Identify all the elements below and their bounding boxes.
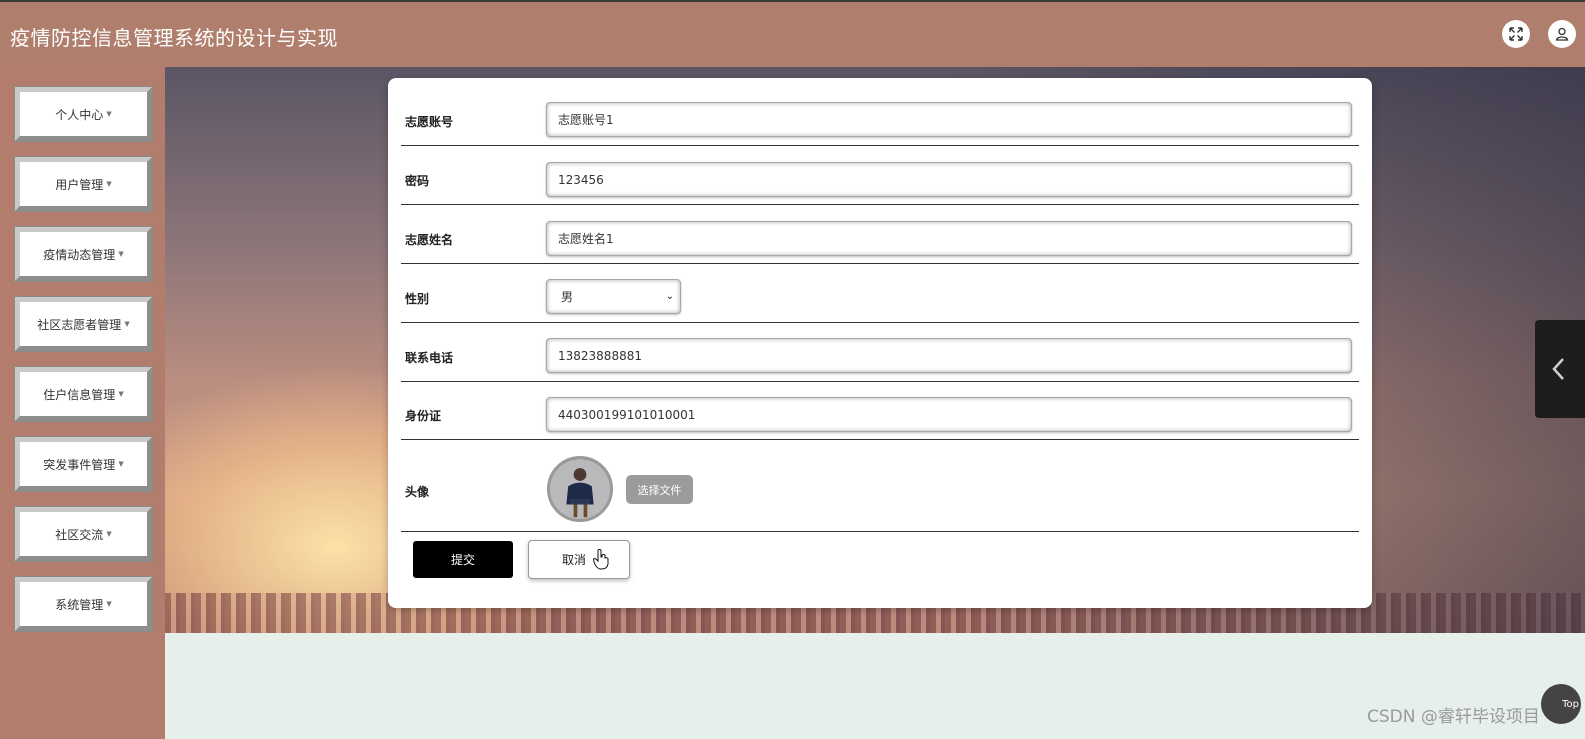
name-input[interactable]: 志愿姓名1 [546,221,1352,256]
hand-cursor-icon [592,549,609,570]
cancel-button-label: 取消 [561,553,586,567]
sidebar-item-system-management[interactable]: 系统管理 ▼ [14,576,153,632]
id-card-input[interactable]: 440300199101010001 [546,397,1352,432]
volunteer-edit-form: 志愿账号 志愿账号1 密码 123456 志愿姓名 志愿姓名1 性别 男 ⌄ 联… [388,78,1372,608]
back-to-top-button[interactable]: Top [1541,684,1581,724]
sidebar-item-epidemic-management[interactable]: 疫情动态管理 ▼ [14,226,153,282]
sidebar-item-label: 社区志愿者管理 [37,317,122,332]
caret-down-icon: ▼ [118,250,124,258]
form-row-avatar: 头像 选择文件 [401,440,1359,532]
caret-down-icon: ▼ [106,600,112,608]
chevron-down-icon: ⌄ [665,291,674,302]
app-title: 疫情防控信息管理系统的设计与实现 [10,26,338,50]
app-header: 疫情防控信息管理系统的设计与实现 [0,0,1585,67]
gender-label: 性别 [405,292,430,306]
id-card-label: 身份证 [405,409,442,423]
user-icon [1555,27,1569,41]
sidebar: 个人中心 ▼ 用户管理 ▼ 疫情动态管理 ▼ 社区志愿者管理 ▼ 住户信息管理 ▼ 突发事… [0,67,165,739]
form-row-password: 密码 123456 [401,146,1359,205]
name-label: 志愿姓名 [405,233,454,247]
sidebar-item-label: 突发事件管理 [43,457,116,472]
sidebar-item-label: 系统管理 [55,597,104,612]
avatar-label: 头像 [405,485,430,499]
person-photo-icon [550,459,610,519]
sidebar-item-label: 个人中心 [55,107,104,122]
fullscreen-button[interactable] [1502,20,1530,48]
account-input[interactable]: 志愿账号1 [546,102,1352,137]
avatar-image [547,456,613,522]
chevron-left-icon [1552,358,1564,380]
sidebar-item-emergency-management[interactable]: 突发事件管理 ▼ [14,436,153,492]
form-row-gender: 性别 男 ⌄ [401,264,1359,323]
sidebar-item-personal-center[interactable]: 个人中心 ▼ [14,86,153,142]
form-row-id-card: 身份证 440300199101010001 [401,382,1359,440]
choose-file-button[interactable]: 选择文件 [626,475,693,504]
form-row-account: 志愿账号 志愿账号1 [401,78,1359,146]
phone-label: 联系电话 [405,351,454,365]
sidebar-item-label: 用户管理 [55,177,104,192]
fullscreen-icon [1509,27,1523,41]
sidebar-item-volunteer-management[interactable]: 社区志愿者管理 ▼ [14,296,153,352]
caret-down-icon: ▼ [118,460,124,468]
caret-down-icon: ▼ [106,110,112,118]
phone-input[interactable]: 13823888881 [546,338,1352,373]
sidebar-item-user-management[interactable]: 用户管理 ▼ [14,156,153,212]
sidebar-item-community-exchange[interactable]: 社区交流 ▼ [14,506,153,562]
caret-down-icon: ▼ [106,180,112,188]
csdn-watermark: CSDN @睿轩毕设项目 [1367,707,1540,727]
side-panel-toggle[interactable] [1535,320,1585,418]
sidebar-item-label: 疫情动态管理 [43,247,116,262]
sidebar-item-label: 住户信息管理 [43,387,116,402]
form-row-phone: 联系电话 13823888881 [401,323,1359,382]
caret-down-icon: ▼ [124,320,130,328]
caret-down-icon: ▼ [106,530,112,538]
user-button[interactable] [1548,20,1576,48]
submit-button[interactable]: 提交 [413,541,513,578]
gender-select-value: 男 [561,290,574,304]
caret-down-icon: ▼ [118,390,124,398]
gender-select[interactable]: 男 ⌄ [546,279,681,314]
form-row-name: 志愿姓名 志愿姓名1 [401,205,1359,264]
sidebar-item-label: 社区交流 [55,527,104,542]
password-input[interactable]: 123456 [546,162,1352,197]
sidebar-item-resident-management[interactable]: 住户信息管理 ▼ [14,366,153,422]
cancel-button[interactable]: 取消 [528,540,630,579]
account-label: 志愿账号 [405,115,454,129]
password-label: 密码 [405,174,430,188]
